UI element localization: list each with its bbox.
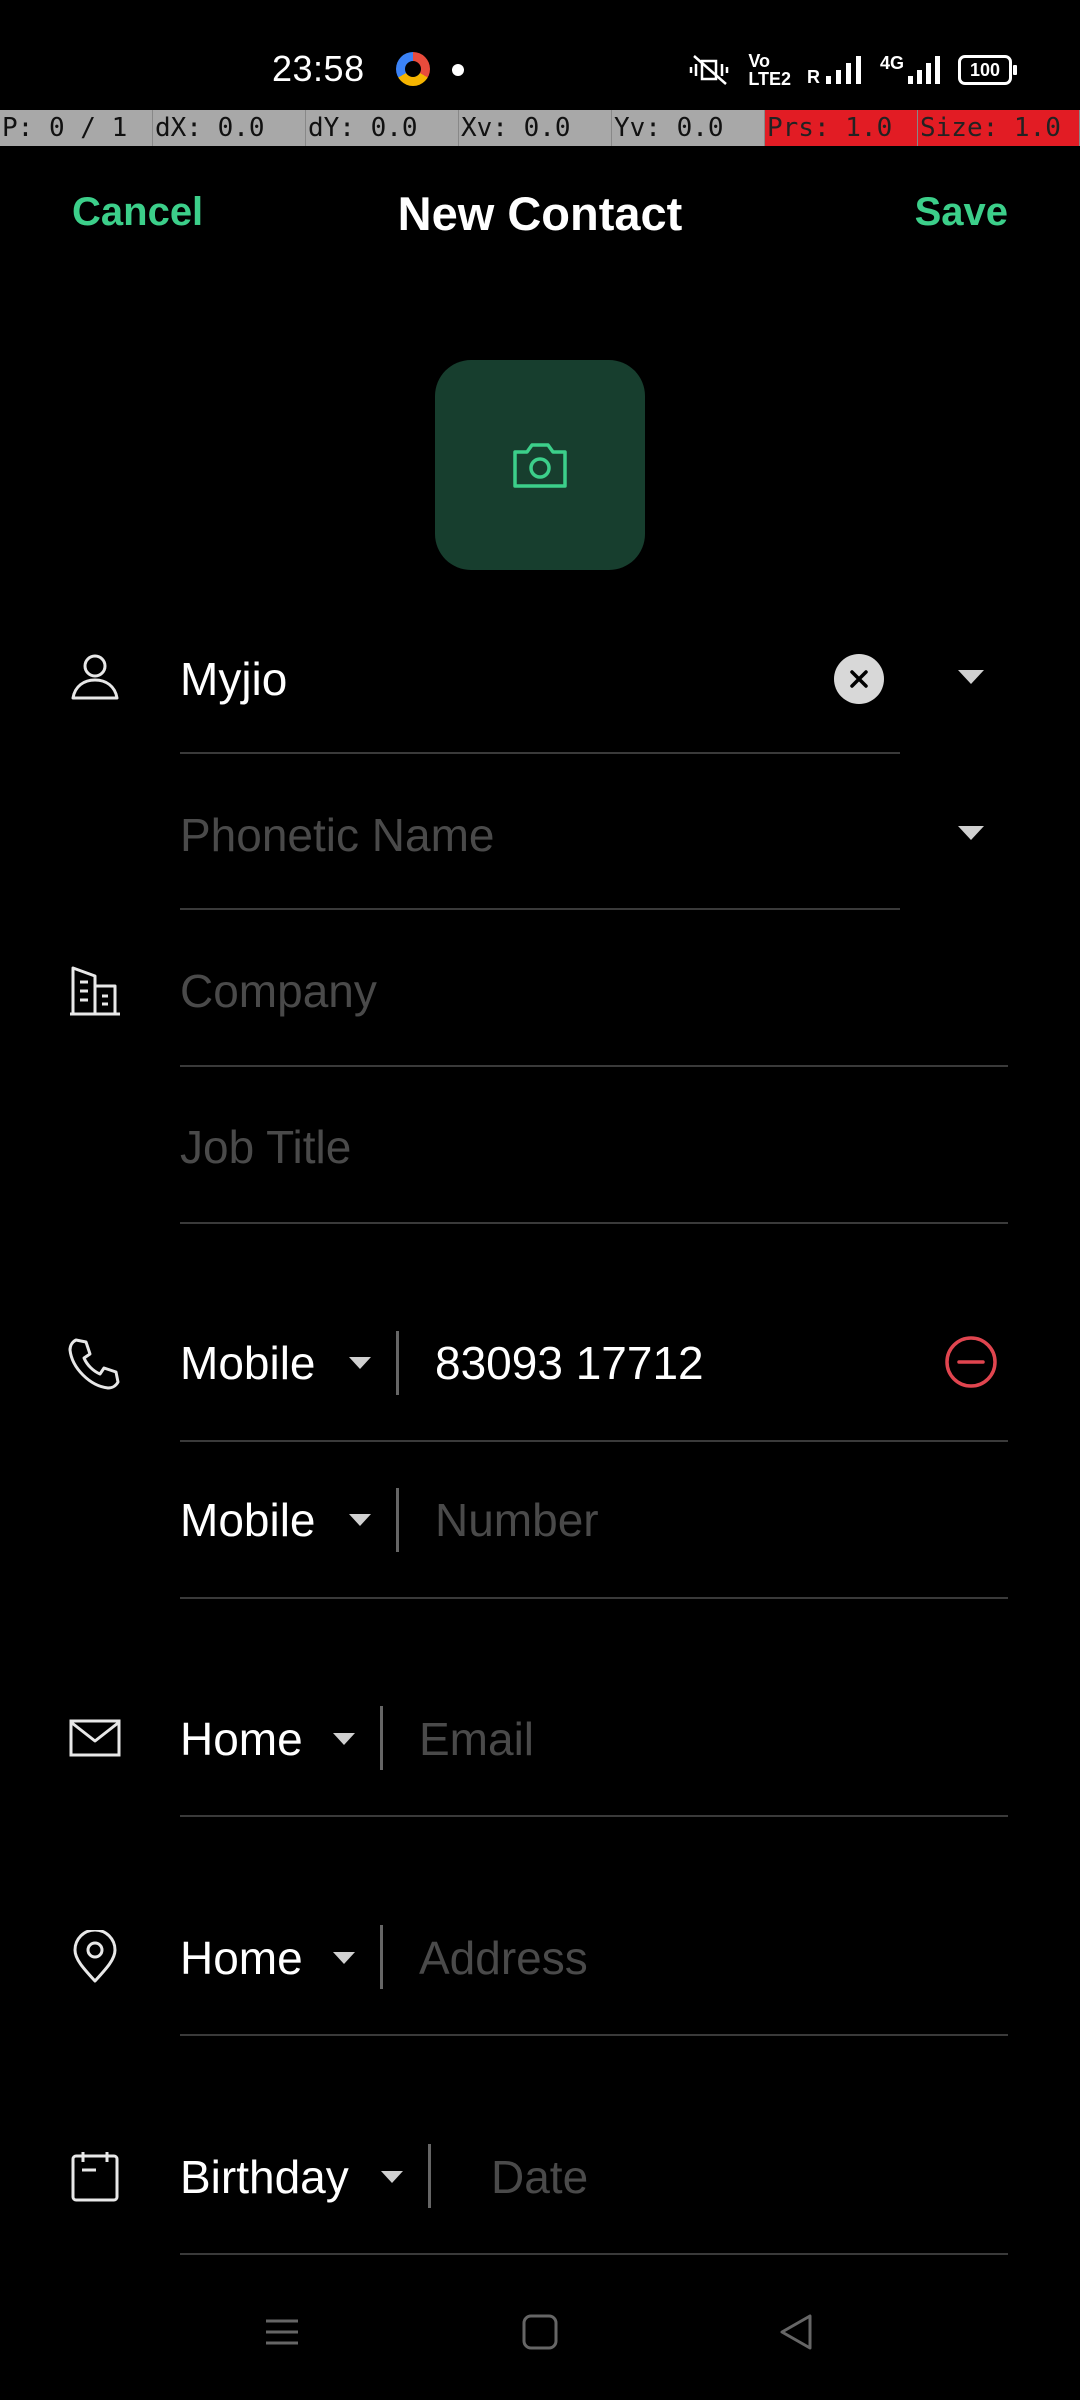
email-type-chevron-down-icon <box>333 1733 355 1745</box>
phone-type-selector-1[interactable]: Mobile <box>180 1335 316 1391</box>
home-icon[interactable] <box>520 2312 560 2352</box>
signal-2: 4G <box>880 54 942 86</box>
close-icon <box>850 670 868 688</box>
date-type-chevron-down-icon <box>381 2171 403 2183</box>
date-field[interactable]: Date <box>491 2149 588 2205</box>
separator <box>396 1331 399 1395</box>
phone-number-field-2[interactable]: Number <box>435 1492 599 1548</box>
phone-type-2-chevron-down-icon <box>349 1514 371 1526</box>
date-type-selector[interactable]: Birthday <box>180 2149 349 2205</box>
name-expand-chevron-icon[interactable] <box>958 670 984 684</box>
volte-top-label: Vo <box>748 51 770 71</box>
debug-dx: dX: 0.0 <box>153 110 306 146</box>
notification-dot <box>452 64 464 76</box>
divider <box>180 752 900 754</box>
remove-phone-icon[interactable] <box>944 1335 998 1389</box>
notification-app-icon <box>396 52 430 86</box>
email-field[interactable]: Email <box>419 1711 534 1767</box>
volte-indicator: Vo LTE2 <box>748 52 791 88</box>
address-field[interactable]: Address <box>419 1930 588 1986</box>
divider <box>180 1597 1008 1599</box>
address-type-chevron-down-icon <box>333 1952 355 1964</box>
divider <box>180 908 900 910</box>
status-icons: Vo LTE2 R 4G 100 <box>686 50 1017 90</box>
debug-prs: Prs: 1.0 <box>765 110 918 146</box>
name-field[interactable]: Myjio <box>180 651 287 707</box>
phone-number-field-1[interactable]: 83093 17712 <box>435 1335 704 1391</box>
company-field[interactable]: Company <box>180 963 377 1019</box>
battery-level: 100 <box>969 59 1001 80</box>
address-type-selector[interactable]: Home <box>180 1930 303 1986</box>
signal-1: R <box>807 54 864 86</box>
vibrate-mute-icon <box>690 55 729 85</box>
separator <box>380 1925 383 1989</box>
person-icon <box>71 654 119 700</box>
mail-icon <box>69 1719 121 1757</box>
email-type-selector[interactable]: Home <box>180 1711 303 1767</box>
roaming-label: R <box>806 67 820 87</box>
debug-yv: Yv: 0.0 <box>612 110 765 146</box>
battery-icon: 100 <box>958 55 1017 85</box>
back-icon[interactable] <box>776 2312 816 2352</box>
signal-bars-icon-2 <box>908 56 940 84</box>
divider <box>180 1440 1008 1442</box>
volte-bottom-label: LTE2 <box>748 69 791 89</box>
divider <box>180 1815 1008 1817</box>
camera-icon <box>513 443 567 488</box>
calendar-icon <box>71 2152 119 2202</box>
separator <box>396 1488 399 1552</box>
status-bar: 23:58 Vo LTE2 R 4G 100 <box>0 0 1080 110</box>
menu-icon[interactable] <box>262 2312 302 2352</box>
data-type-label: 4G <box>879 53 904 73</box>
divider <box>180 1222 1008 1224</box>
debug-pointer: P: 0 / 1 <box>0 110 153 146</box>
phonetic-expand-chevron-icon[interactable] <box>958 826 984 840</box>
pointer-location-bar: P: 0 / 1 dX: 0.0 dY: 0.0 Xv: 0.0 Yv: 0.0… <box>0 110 1080 146</box>
building-icon <box>70 966 120 1016</box>
debug-xv: Xv: 0.0 <box>459 110 612 146</box>
phonetic-name-field[interactable]: Phonetic Name <box>180 807 495 863</box>
job-title-field[interactable]: Job Title <box>180 1119 351 1175</box>
debug-dy: dY: 0.0 <box>306 110 459 146</box>
separator <box>380 1706 383 1770</box>
phone-type-selector-2[interactable]: Mobile <box>180 1492 316 1548</box>
clear-name-button[interactable] <box>834 654 884 704</box>
save-button[interactable]: Save <box>915 190 1008 235</box>
phone-type-1-chevron-down-icon <box>349 1357 371 1369</box>
signal-bars-icon <box>825 56 861 84</box>
debug-size: Size: 1.0 <box>918 110 1080 146</box>
divider <box>180 2034 1008 2036</box>
divider <box>180 2253 1008 2255</box>
add-photo-button[interactable] <box>435 360 645 570</box>
divider <box>180 1065 1008 1067</box>
location-pin-icon <box>73 1930 117 1983</box>
phone-icon <box>68 1338 120 1390</box>
status-time: 23:58 <box>272 48 365 89</box>
separator <box>428 2144 431 2208</box>
